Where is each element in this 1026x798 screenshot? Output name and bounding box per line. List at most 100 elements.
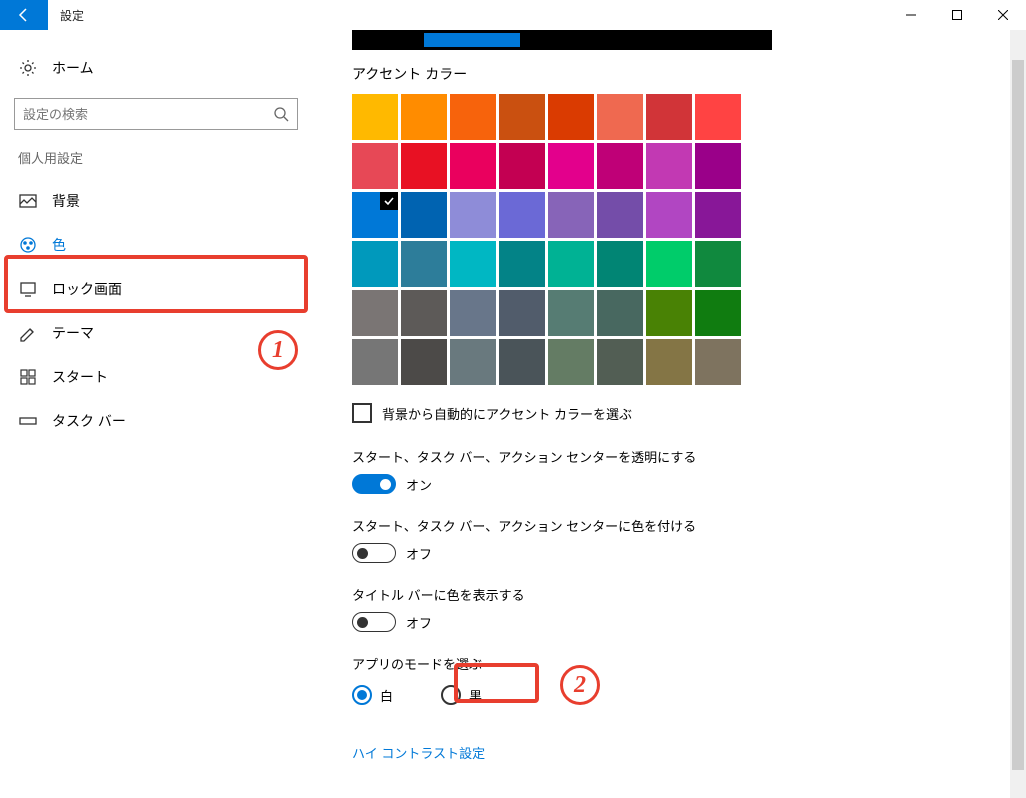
- back-button[interactable]: [0, 0, 48, 30]
- transparent-label: スタート、タスク バー、アクション センターを透明にする: [352, 447, 1026, 466]
- home-label: ホーム: [52, 58, 94, 78]
- color-swatch[interactable]: [548, 94, 594, 140]
- high-contrast-link[interactable]: ハイ コントラスト設定: [352, 743, 485, 762]
- background-icon: [18, 191, 38, 211]
- sidebar-item-theme[interactable]: テーマ: [0, 311, 312, 355]
- color-swatch[interactable]: [352, 339, 398, 385]
- color-swatch[interactable]: [450, 339, 496, 385]
- color-swatch[interactable]: [597, 192, 643, 238]
- sidebar-item-label: テーマ: [52, 323, 94, 343]
- color-swatch[interactable]: [401, 192, 447, 238]
- color-swatch[interactable]: [352, 143, 398, 189]
- transparent-toggle[interactable]: オン: [352, 474, 1026, 494]
- search-input[interactable]: [14, 98, 298, 130]
- gear-icon: [18, 58, 38, 78]
- color-swatch[interactable]: [646, 192, 692, 238]
- scrollbar[interactable]: [1010, 30, 1026, 798]
- accent-title: アクセント カラー: [352, 64, 1026, 84]
- color-swatch[interactable]: [548, 339, 594, 385]
- colorize-start-toggle[interactable]: オフ: [352, 543, 1026, 563]
- color-swatch[interactable]: [597, 143, 643, 189]
- color-swatch[interactable]: [401, 241, 447, 287]
- section-label: 個人用設定: [0, 148, 312, 167]
- sidebar-item-label: スタート: [52, 367, 108, 387]
- color-swatch[interactable]: [695, 339, 741, 385]
- color-swatch[interactable]: [695, 290, 741, 336]
- app-mode-label: アプリのモードを選ぶ: [352, 654, 1026, 673]
- color-swatch[interactable]: [352, 192, 398, 238]
- color-swatch[interactable]: [646, 339, 692, 385]
- titlebar-color-label: タイトル バーに色を表示する: [352, 585, 1026, 604]
- color-swatch[interactable]: [646, 94, 692, 140]
- sidebar-item-color[interactable]: 色: [0, 223, 312, 267]
- color-swatch[interactable]: [695, 192, 741, 238]
- check-icon: [380, 192, 398, 210]
- home-link[interactable]: ホーム: [0, 48, 312, 88]
- color-swatch[interactable]: [695, 94, 741, 140]
- color-swatch[interactable]: [450, 241, 496, 287]
- color-swatch[interactable]: [597, 94, 643, 140]
- color-swatch[interactable]: [450, 290, 496, 336]
- color-swatch[interactable]: [646, 241, 692, 287]
- search-icon: [273, 106, 289, 122]
- sidebar: ホーム 個人用設定 背景色ロック画面テーマスタートタスク バー 1: [0, 30, 312, 798]
- color-swatch[interactable]: [695, 241, 741, 287]
- color-swatch[interactable]: [499, 192, 545, 238]
- checkbox-box: [352, 403, 372, 423]
- maximize-button[interactable]: [934, 0, 980, 30]
- sidebar-item-label: 背景: [52, 191, 80, 211]
- colorize-start-label: スタート、タスク バー、アクション センターに色を付ける: [352, 516, 1026, 535]
- app-mode-light-radio[interactable]: 白: [352, 685, 393, 705]
- color-swatch[interactable]: [646, 143, 692, 189]
- start-icon: [18, 367, 38, 387]
- color-swatch[interactable]: [401, 339, 447, 385]
- color-swatch[interactable]: [401, 290, 447, 336]
- app-mode-dark-radio[interactable]: 黒: [441, 685, 482, 705]
- app-mode-light-label: 白: [380, 686, 393, 705]
- color-grid: [352, 94, 1026, 385]
- color-swatch[interactable]: [352, 241, 398, 287]
- color-swatch[interactable]: [450, 192, 496, 238]
- taskbar-icon: [18, 411, 38, 431]
- color-icon: [18, 235, 38, 255]
- color-swatch[interactable]: [352, 94, 398, 140]
- sidebar-item-lockscreen[interactable]: ロック画面: [0, 267, 312, 311]
- color-swatch[interactable]: [401, 143, 447, 189]
- color-swatch[interactable]: [548, 192, 594, 238]
- color-swatch[interactable]: [646, 290, 692, 336]
- sidebar-item-background[interactable]: 背景: [0, 179, 312, 223]
- color-swatch[interactable]: [499, 143, 545, 189]
- color-swatch[interactable]: [548, 241, 594, 287]
- window-title: 設定: [60, 7, 84, 24]
- color-swatch[interactable]: [499, 241, 545, 287]
- app-mode-dark-label: 黒: [469, 686, 482, 705]
- color-swatch[interactable]: [597, 339, 643, 385]
- color-swatch[interactable]: [352, 290, 398, 336]
- scrollbar-thumb[interactable]: [1012, 60, 1024, 770]
- color-swatch[interactable]: [548, 290, 594, 336]
- sidebar-item-taskbar[interactable]: タスク バー: [0, 399, 312, 443]
- color-swatch[interactable]: [450, 94, 496, 140]
- sidebar-item-label: ロック画面: [52, 279, 122, 299]
- color-swatch[interactable]: [499, 290, 545, 336]
- sidebar-item-label: 色: [52, 235, 66, 255]
- color-swatch[interactable]: [450, 143, 496, 189]
- search-field[interactable]: [23, 107, 273, 122]
- color-swatch[interactable]: [499, 339, 545, 385]
- minimize-button[interactable]: [888, 0, 934, 30]
- color-swatch[interactable]: [401, 94, 447, 140]
- titlebar: 設定: [0, 0, 1026, 30]
- color-swatch[interactable]: [597, 241, 643, 287]
- titlebar-color-toggle[interactable]: オフ: [352, 612, 1026, 632]
- titlebar-color-state: オフ: [406, 613, 432, 632]
- preview-bar: [352, 30, 772, 50]
- color-swatch[interactable]: [548, 143, 594, 189]
- close-button[interactable]: [980, 0, 1026, 30]
- sidebar-item-label: タスク バー: [52, 411, 126, 431]
- lockscreen-icon: [18, 279, 38, 299]
- color-swatch[interactable]: [499, 94, 545, 140]
- color-swatch[interactable]: [695, 143, 741, 189]
- sidebar-item-start[interactable]: スタート: [0, 355, 312, 399]
- auto-pick-checkbox[interactable]: 背景から自動的にアクセント カラーを選ぶ: [352, 403, 1026, 423]
- color-swatch[interactable]: [597, 290, 643, 336]
